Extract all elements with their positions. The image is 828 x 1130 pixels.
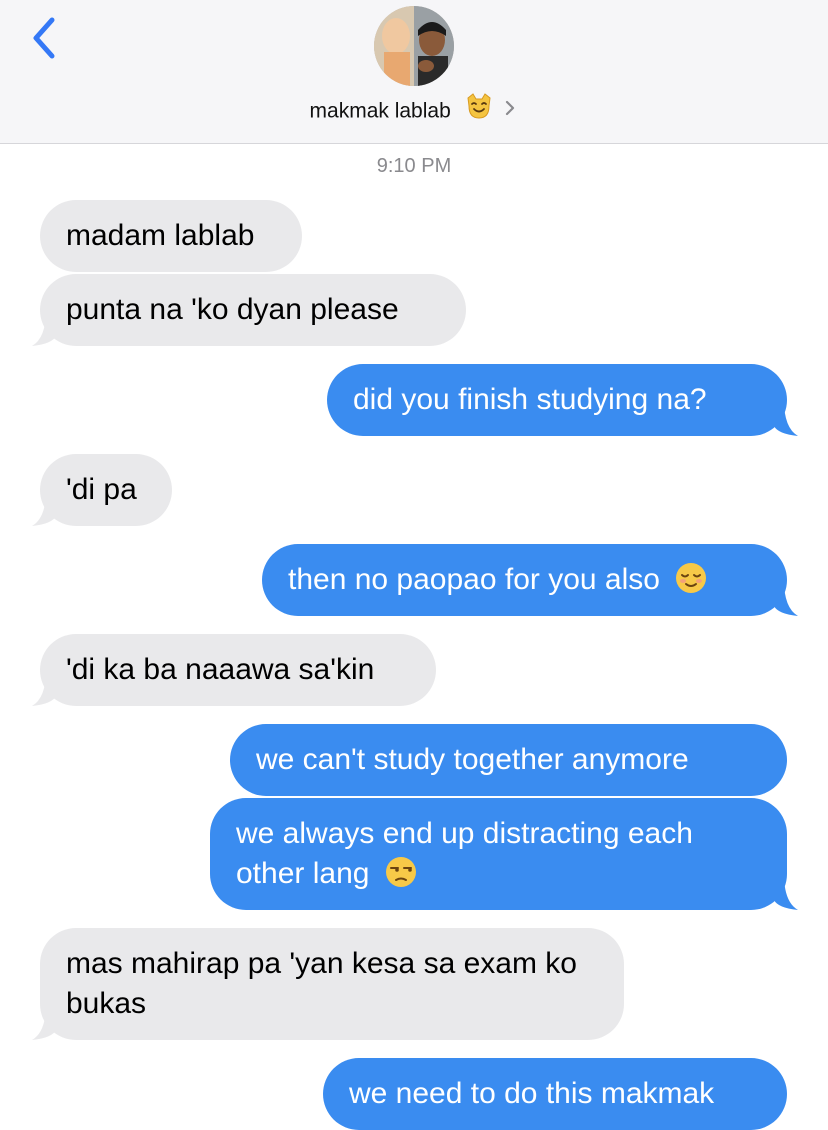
message-bubble-outgoing[interactable]: we can't study together anymore	[230, 724, 787, 796]
bubble-tail	[32, 490, 56, 526]
back-button[interactable]	[22, 14, 74, 66]
bubble-tail	[774, 580, 798, 616]
conversation-header: makmak lablab	[0, 0, 828, 144]
bubble-tail	[32, 1004, 56, 1040]
bubble-tail	[774, 874, 798, 910]
message-bubble-outgoing[interactable]: we always end up distracting each other …	[210, 798, 787, 910]
bubble-tail	[32, 670, 56, 706]
message-text: 'di pa	[66, 473, 137, 506]
message-text: we can't study together anymore	[256, 743, 689, 776]
message-text: did you finish studying na?	[353, 383, 707, 416]
message-text: we always end up distracting each other …	[236, 817, 693, 890]
cat-face-icon	[465, 92, 493, 132]
message-bubble-incoming[interactable]: 'di ka ba naaawa sa'kin	[40, 634, 436, 706]
message-bubble-incoming[interactable]: mas mahirap pa 'yan kesa sa exam ko buka…	[40, 928, 624, 1040]
message-bubble-outgoing[interactable]: did you finish studying na?	[327, 364, 787, 436]
message-timestamp: 9:10 PM	[376, 155, 452, 177]
message-bubble-outgoing[interactable]: then no paopao for you also	[262, 544, 787, 616]
message-bubble-incoming[interactable]: madam lablab	[40, 200, 302, 272]
avatar[interactable]	[374, 6, 454, 86]
chevron-right-icon	[502, 94, 518, 130]
message-bubble-incoming[interactable]: punta na 'ko dyan please	[40, 274, 466, 346]
message-bubble-outgoing[interactable]: we need to do this makmak	[323, 1058, 787, 1130]
message-text: 'di ka ba naaawa sa'kin	[66, 653, 375, 686]
message-text: madam lablab	[66, 219, 255, 252]
contact-name: makmak lablab	[309, 99, 451, 123]
message-text: we need to do this makmak	[349, 1077, 715, 1110]
unamused-face-icon	[384, 855, 418, 900]
contact-name-row[interactable]: makmak lablab	[0, 92, 828, 128]
bubble-tail	[32, 310, 56, 346]
message-text: then no paopao for you also	[288, 563, 660, 596]
message-text: punta na 'ko dyan please	[66, 293, 399, 326]
relieved-face-icon	[674, 561, 708, 606]
chevron-left-icon	[33, 17, 55, 59]
message-text: mas mahirap pa 'yan kesa sa exam ko buka…	[66, 947, 577, 1020]
bubble-tail	[774, 400, 798, 436]
